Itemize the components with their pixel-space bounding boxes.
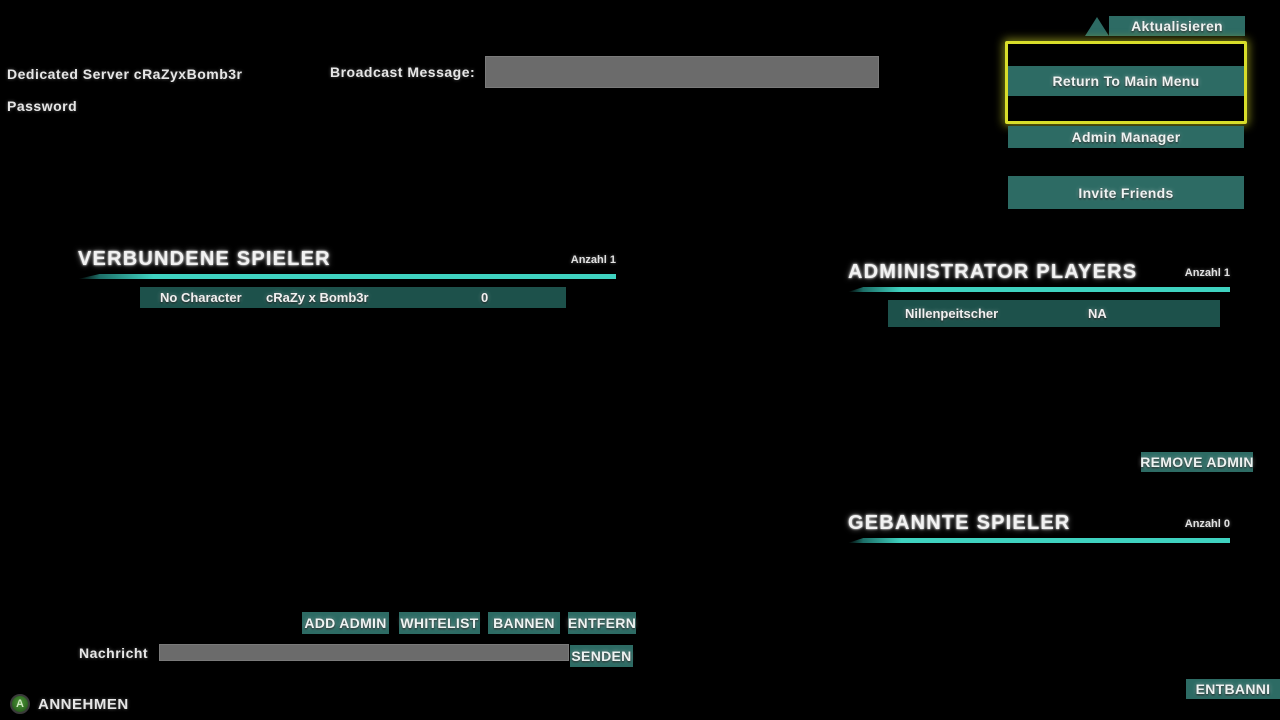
broadcast-message-input[interactable] [485, 56, 879, 88]
table-row[interactable]: No Character cRaZy x Bomb3r 0 [140, 287, 566, 308]
admin-row-value: NA [1088, 306, 1107, 321]
refresh-label: Aktualisieren [1109, 16, 1245, 36]
remove-button[interactable]: ENTFERN [568, 612, 636, 634]
administrator-players-panel: ADMINISTRATOR PLAYERS Anzahl 1 [848, 261, 1230, 292]
accept-label: ANNEHMEN [38, 695, 129, 713]
connected-players-title: VERBUNDENE SPIELER [78, 248, 331, 270]
admin-row-name: Nillenpeitscher [905, 306, 999, 321]
table-row[interactable]: Nillenpeitscher NA [888, 300, 1220, 327]
row-player-name: cRaZy x Bomb3r [266, 290, 369, 305]
administrator-players-title: ADMINISTRATOR PLAYERS [848, 261, 1138, 283]
connected-players-divider [78, 274, 616, 279]
unban-button[interactable]: ENTBANNI [1186, 679, 1280, 699]
return-to-main-menu-button[interactable]: Return To Main Menu [1008, 66, 1244, 96]
row-value: 0 [481, 290, 489, 305]
password-label: Password [7, 98, 78, 114]
admin-manager-button[interactable]: Admin Manager [1008, 126, 1244, 148]
connected-players-panel: VERBUNDENE SPIELER Anzahl 1 [78, 248, 616, 279]
banned-players-title: GEBANNTE SPIELER [848, 512, 1071, 534]
broadcast-message-label: Broadcast Message: [330, 64, 476, 80]
administrator-players-count: Anzahl 1 [1184, 267, 1230, 279]
remove-admin-button[interactable]: REMOVE ADMIN [1140, 452, 1253, 472]
add-admin-button[interactable]: ADD ADMIN [302, 612, 389, 634]
banned-players-divider [848, 538, 1230, 543]
banned-players-count: Anzahl 0 [1184, 518, 1230, 530]
message-input[interactable] [159, 644, 569, 661]
whitelist-button[interactable]: WHITELIST [399, 612, 480, 634]
invite-friends-button[interactable]: Invite Friends [1008, 176, 1244, 209]
server-title: Dedicated Server cRaZyxBomb3r [7, 66, 243, 82]
send-button[interactable]: SENDEN [570, 645, 633, 667]
accept-prompt[interactable]: A ANNEHMEN [10, 694, 129, 714]
administrator-players-divider [848, 287, 1230, 292]
chevron-up-icon [1085, 16, 1109, 36]
connected-players-count: Anzahl 1 [570, 254, 616, 266]
ban-button[interactable]: BANNEN [488, 612, 560, 634]
a-button-icon: A [10, 694, 30, 714]
refresh-button[interactable]: Aktualisieren [1085, 16, 1245, 36]
message-label: Nachricht [79, 645, 149, 661]
banned-players-panel: GEBANNTE SPIELER Anzahl 0 [848, 512, 1230, 543]
row-character: No Character [160, 290, 242, 305]
